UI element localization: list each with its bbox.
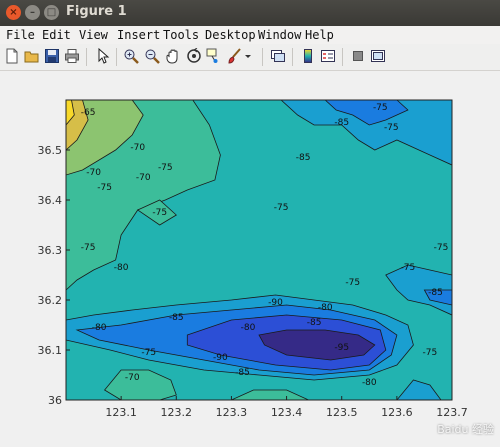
figure-window: × – □ Figure 1 File Edit View Insert Too… xyxy=(0,0,500,447)
menu-edit[interactable]: Edit xyxy=(42,28,71,42)
print-icon[interactable] xyxy=(63,47,81,65)
pan-icon[interactable] xyxy=(164,47,182,65)
rotate-3d-icon[interactable] xyxy=(185,47,203,65)
y-tick-label: 36.2 xyxy=(38,294,63,307)
contour-label: -85 xyxy=(296,153,311,163)
contour-label: -75 xyxy=(152,208,167,218)
maximize-button[interactable]: □ xyxy=(44,5,59,20)
hide-plot-tools-icon[interactable] xyxy=(349,47,367,65)
menu-tools[interactable]: Tools xyxy=(163,28,199,42)
link-plot-icon[interactable] xyxy=(269,47,287,65)
contour-label: -70 xyxy=(136,173,151,183)
contour-label: -75 xyxy=(97,183,112,193)
contour-label: -90 xyxy=(213,353,228,363)
brush-dropdown-icon[interactable] xyxy=(243,47,253,65)
y-tick-label: 36 xyxy=(48,394,62,407)
contour-label: -75 xyxy=(345,278,360,288)
menu-bar: File Edit View Insert Tools Desktop Wind… xyxy=(0,26,500,44)
menu-window[interactable]: Window xyxy=(258,28,301,42)
brush-icon[interactable] xyxy=(226,47,244,65)
contour-label: -75 xyxy=(384,123,399,133)
contour-label: -80 xyxy=(362,378,377,388)
contour-label: -85 xyxy=(307,318,322,328)
menu-file[interactable]: File xyxy=(6,28,35,42)
x-tick-label: 123.5 xyxy=(326,406,358,419)
contour-label: -75 xyxy=(401,263,416,273)
contour-label: -80 xyxy=(92,323,107,333)
contour-plot[interactable]: -65-70-70-75-75-80-75-85-75-85 -75-75-70-… xyxy=(0,71,500,447)
x-tick-label: 123.7 xyxy=(436,406,468,419)
window-title: Figure 1 xyxy=(66,4,127,19)
y-tick-label: 36.1 xyxy=(38,344,63,357)
close-button[interactable]: × xyxy=(6,5,21,20)
zoom-out-icon[interactable] xyxy=(143,47,161,65)
contour-fill-layer xyxy=(66,100,452,400)
menu-help[interactable]: Help xyxy=(305,28,334,42)
contour-label: -75 xyxy=(373,103,388,113)
x-tick-label: 123.6 xyxy=(381,406,413,419)
minimize-button[interactable]: – xyxy=(25,5,40,20)
y-tick-label: 36.5 xyxy=(38,144,63,157)
contour-label: -75 xyxy=(141,348,156,358)
contour-label: -65 xyxy=(81,108,96,118)
open-file-icon[interactable] xyxy=(23,47,41,65)
contour-label: -85 xyxy=(235,368,250,378)
x-tick-label: 123.3 xyxy=(216,406,248,419)
contour-label: -70 xyxy=(130,143,145,153)
contour-label: -80 xyxy=(241,323,256,333)
contour-label: -75 xyxy=(434,243,449,253)
legend-icon[interactable] xyxy=(319,47,337,65)
menu-view[interactable]: View xyxy=(79,28,108,42)
contour-label: -95 xyxy=(334,343,349,353)
x-tick-label: 123.1 xyxy=(105,406,137,419)
data-cursor-icon[interactable] xyxy=(205,47,223,65)
contour-label: -85 xyxy=(334,118,349,128)
save-icon[interactable] xyxy=(43,47,61,65)
x-tick-label: 123.2 xyxy=(161,406,193,419)
new-figure-icon[interactable] xyxy=(3,47,21,65)
figure-toolbar xyxy=(0,44,500,71)
zoom-in-icon[interactable] xyxy=(122,47,140,65)
y-tick-label: 36.4 xyxy=(38,194,63,207)
contour-label: -85 xyxy=(169,313,184,323)
contour-label: -75 xyxy=(158,163,173,173)
contour-label: -90 xyxy=(268,298,283,308)
colorbar-icon[interactable] xyxy=(299,47,317,65)
contour-label: -85 xyxy=(428,288,443,298)
show-plot-tools-icon[interactable] xyxy=(369,47,387,65)
title-bar[interactable]: × – □ Figure 1 xyxy=(0,0,500,26)
contour-label: -80 xyxy=(114,263,129,273)
contour-label: -70 xyxy=(125,373,140,383)
contour-label: -70 xyxy=(86,168,101,178)
x-tick-label: 123.4 xyxy=(271,406,303,419)
contour-label: -75 xyxy=(423,348,438,358)
menu-desktop[interactable]: Desktop xyxy=(205,28,256,42)
watermark-text: Baidu 经验 xyxy=(437,423,494,436)
y-tick-label: 36.3 xyxy=(38,244,63,257)
menu-insert[interactable]: Insert xyxy=(117,28,160,42)
contour-label: -75 xyxy=(81,243,96,253)
pointer-icon[interactable] xyxy=(94,47,112,65)
figure-canvas: -65 -70 -70 -75 -75 -80 -75 -85 -75 -85 -75 -75 -70-… xyxy=(0,71,500,447)
contour-label: -75 xyxy=(274,203,289,213)
contour-label: -80 xyxy=(318,303,333,313)
